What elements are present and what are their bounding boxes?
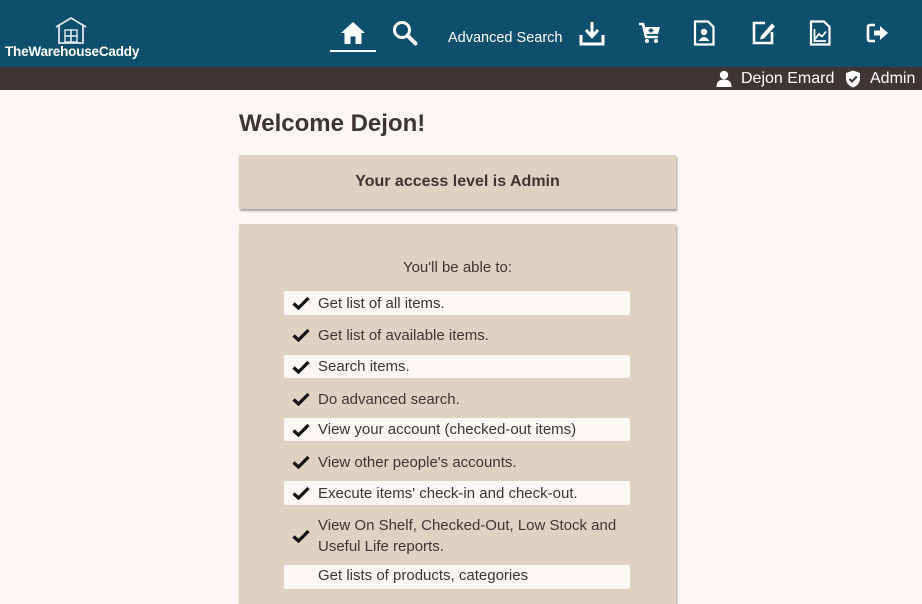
ability-item: View other people's accounts. xyxy=(284,450,630,474)
nav-download-button[interactable] xyxy=(578,14,606,52)
ability-item: Get list of all items. xyxy=(284,291,630,315)
brand-name: TheWarehouseCaddy xyxy=(5,44,140,59)
nav-advanced-search-link[interactable]: Advanced Search xyxy=(448,30,562,46)
ability-item: Execute items' check-in and check-out. xyxy=(284,481,630,505)
abilities-card: You'll be able to: Get list of all items… xyxy=(239,224,676,604)
ability-text: Get list of available items. xyxy=(318,326,489,344)
abilities-intro: You'll be able to: xyxy=(402,259,513,276)
user-icon xyxy=(716,70,732,87)
ability-item: Get list of available items. xyxy=(284,323,630,347)
check-icon xyxy=(284,296,318,310)
access-level-text: Your access level is Admin xyxy=(355,173,560,190)
reports-icon xyxy=(809,20,831,46)
user-bar: Dejon Emard Admin xyxy=(0,67,922,90)
ability-item: Do advanced search. xyxy=(284,387,630,411)
cart-icon xyxy=(639,22,660,43)
check-icon xyxy=(284,455,318,469)
top-navbar: TheWarehouseCaddy Advanced Search xyxy=(0,0,922,67)
user-name: Dejon Emard xyxy=(741,69,835,87)
ability-text: Do advanced search. xyxy=(318,390,460,408)
nav-cart-button[interactable] xyxy=(636,14,664,52)
nav-home-button[interactable] xyxy=(330,14,376,52)
sign-out-icon xyxy=(866,23,888,43)
ability-item: View your account (checked-out items) xyxy=(284,418,630,441)
ability-item: Search items. xyxy=(284,355,630,378)
nav-account-button[interactable] xyxy=(690,14,718,52)
check-icon xyxy=(284,486,318,500)
nav-reports-button[interactable] xyxy=(806,14,834,52)
home-icon xyxy=(341,22,365,44)
ability-text: Get lists of products, categories xyxy=(318,567,529,584)
search-icon xyxy=(393,21,418,46)
nav-edit-button[interactable] xyxy=(750,14,778,52)
edit-icon xyxy=(752,21,775,45)
welcome-heading: Welcome Dejon! xyxy=(239,110,426,137)
nav-logout-button[interactable] xyxy=(864,14,892,52)
check-icon xyxy=(284,529,318,543)
access-level-card: Your access level is Admin xyxy=(239,155,676,209)
ability-item: Get lists of products, categories xyxy=(284,565,630,589)
check-icon xyxy=(284,360,318,374)
ability-text: Search items. xyxy=(318,358,410,375)
download-icon xyxy=(579,22,605,46)
ability-text: Execute items' check-in and check-out. xyxy=(318,484,578,502)
ability-item: View On Shelf, Checked-Out, Low Stock an… xyxy=(284,514,630,558)
nav-search-button[interactable] xyxy=(390,14,420,52)
ability-text: View your account (checked-out items) xyxy=(318,421,577,438)
ability-text: Get list of all items. xyxy=(318,294,445,312)
ability-text: View other people's accounts. xyxy=(318,453,517,471)
check-icon xyxy=(284,423,318,437)
check-icon xyxy=(284,392,318,406)
ability-text: View On Shelf, Checked-Out, Low Stock an… xyxy=(318,517,617,555)
shield-check-icon xyxy=(846,70,860,87)
user-role: Admin xyxy=(845,69,915,88)
check-icon xyxy=(284,328,318,342)
user-name-link[interactable]: Dejon Emard xyxy=(716,69,834,88)
brand-logo[interactable]: TheWarehouseCaddy xyxy=(4,14,140,64)
account-badge-icon xyxy=(693,20,715,46)
user-role-label: Admin xyxy=(870,69,916,87)
warehouse-boxes-icon xyxy=(55,16,87,44)
